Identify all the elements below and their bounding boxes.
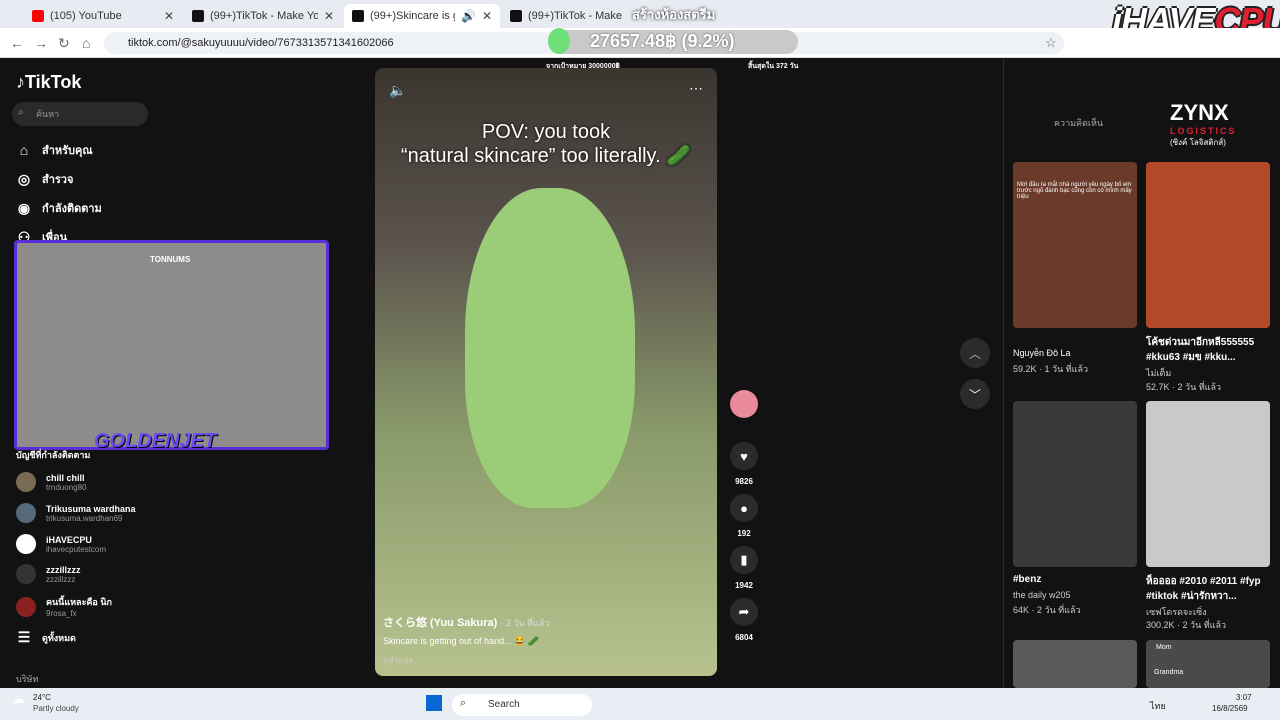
card-title: โค้ชด่วนมาอีกหลี555555 #kku63 #มข #kku..… — [1146, 337, 1255, 363]
account-item[interactable]: คนนี้แหละคือ นิก 9rosa_fx — [16, 595, 112, 618]
tiktok-icon — [192, 10, 204, 22]
donation-progress-dot — [548, 28, 570, 54]
card-author: Nguyễn Đô La — [1013, 348, 1071, 358]
card-author: เซฟโดรดจะเซิ่ง — [1146, 607, 1207, 617]
streamer-name: GOLDENJET — [94, 430, 217, 452]
zynx-logo: ZYNX LOGISTICS (ซิงค์ โลจิสติกส์) — [1170, 100, 1237, 147]
card-title: ห็ออออ #2010 #2011 #fyp #tiktok #น่ารักห… — [1146, 576, 1261, 602]
video-thumbnail[interactable] — [1146, 401, 1270, 567]
tab-tiktok-2[interactable]: (99+)TikTok - Make Your Day — [502, 4, 632, 28]
card-stats: 52.7K · 2 วัน ที่แล้ว — [1146, 382, 1222, 392]
close-icon[interactable]: ✕ — [482, 9, 492, 23]
account-item[interactable]: chill chill trnduong80 — [16, 472, 86, 492]
language-indicator[interactable]: ไทย — [1150, 699, 1166, 713]
tab-youtube[interactable]: (105) YouTube ✕ — [24, 4, 182, 28]
video-thumbnail[interactable] — [1146, 162, 1270, 328]
account-item[interactable]: zzzillzzz zzzillzzz — [16, 564, 81, 584]
card-stats: 59.2K · 1 วัน ที่แล้ว — [1013, 364, 1089, 374]
creator-avatar[interactable] — [728, 390, 760, 418]
card-stats: 64K · 2 วัน ที่แล้ว — [1013, 605, 1081, 615]
share-icon: ➦ — [730, 598, 758, 626]
save-button[interactable]: ▮ 1942 — [728, 546, 760, 590]
heart-icon: ♥ — [730, 442, 758, 470]
tiktok-icon — [352, 10, 364, 22]
translate-link[interactable]: ดูคำแปล — [383, 654, 413, 667]
youtube-icon — [32, 10, 44, 22]
search-icon: ⌕ — [18, 107, 24, 118]
avatar — [16, 564, 36, 584]
tiktok-note-icon: ♪ — [16, 72, 25, 92]
account-item[interactable]: iHAVECPU ihavecputestcom — [16, 534, 106, 554]
see-all-link[interactable]: ☰ ดูทั้งหมด — [16, 629, 76, 646]
windows-start-icon[interactable] — [426, 695, 442, 711]
stream-room-banner: สร้างห้องสตรีม — [632, 7, 716, 22]
video-thumbnail[interactable]: Mom Grandma — [1146, 640, 1270, 688]
search-icon: ⌕ — [460, 697, 467, 709]
weather-icon: ☁ — [12, 691, 25, 706]
card-author: ไม่เต็ม — [1146, 368, 1172, 378]
video-player[interactable]: 🔈 ⋯ POV: you took “natural skincare” too … — [375, 68, 717, 676]
weather-temp: 24°C — [33, 693, 51, 702]
avatar — [16, 472, 36, 492]
share-button[interactable]: ➦ 6804 — [728, 598, 760, 642]
windows-taskbar — [0, 688, 1280, 720]
video-thumbnail[interactable]: Mới đầu ra mắt nhà người yêu ngày bố em … — [1013, 162, 1137, 328]
streamer-webcam — [14, 240, 329, 450]
video-caption: POV: you took “natural skincare” too lite… — [400, 121, 692, 167]
compass-icon: ◎ — [17, 170, 31, 187]
avatar — [730, 390, 758, 418]
tab-comments[interactable]: ความคิดเห็น — [1054, 116, 1103, 130]
account-item[interactable]: Trikusuma wardhana trikusuma.wardhan69 — [16, 503, 136, 523]
tab-tiktok-1[interactable]: (99+)TikTok - Make Your Day ✕ — [184, 4, 342, 28]
donation-days: สิ้นสุดใน 372 วัน — [748, 63, 799, 70]
avatar — [16, 596, 36, 617]
video-thumbnail[interactable] — [1013, 401, 1137, 567]
following-header: บัญชีที่กำลังติดตาม — [16, 450, 91, 460]
speaker-icon: 🔊 — [460, 9, 476, 23]
donation-amount: 27657.48฿ (9.2%) — [590, 31, 735, 51]
tiktok-icon — [510, 10, 522, 22]
forward-icon[interactable]: → — [34, 35, 48, 51]
nav-explore[interactable]: ◎ สำรวจ — [16, 170, 74, 188]
weather-desc: Partly cloudy — [33, 704, 79, 713]
comment-button[interactable]: ● 192 — [728, 494, 760, 538]
clock-time[interactable]: 3:07 — [1236, 693, 1252, 702]
taskbar-search[interactable]: Search — [452, 694, 592, 716]
search-input[interactable]: ค้นหา — [12, 102, 148, 126]
close-icon[interactable]: ✕ — [324, 9, 334, 23]
like-button[interactable]: ♥ 9826 — [728, 442, 760, 486]
following-icon: ◉ — [17, 199, 31, 216]
nav-following[interactable]: ◉ กำลังติดตาม — [16, 199, 102, 217]
card-stats: 300.2K · 2 วัน ที่แล้ว — [1146, 620, 1227, 630]
home-browser-icon[interactable]: ⌂ — [82, 35, 90, 51]
video-thumbnail[interactable] — [1013, 640, 1137, 688]
card-author: the daily w205 — [1013, 590, 1071, 600]
volume-icon[interactable]: 🔈 — [389, 82, 406, 99]
next-video-button[interactable]: ﹀ — [960, 379, 990, 409]
nav-for-you[interactable]: ⌂ สำหรับคุณ — [16, 141, 93, 159]
comment-icon: ● — [730, 494, 758, 522]
video-author[interactable]: さくら悠 (Yuu Sakura) · 2 วัน ที่แล้ว — [383, 614, 549, 630]
bookmark-icon: ▮ — [730, 546, 758, 574]
chevron-down-icon: ﹀ — [968, 387, 981, 402]
tiktok-logo[interactable]: ♪TikTok — [16, 72, 81, 93]
clock-date[interactable]: 16/8/2569 — [1212, 704, 1248, 713]
chevron-up-icon: ︿ — [968, 346, 981, 361]
home-icon: ⌂ — [19, 142, 29, 158]
video-subject — [465, 188, 635, 508]
stream-tag: TONNUMS — [150, 255, 191, 264]
bookmark-star-icon[interactable]: ☆ — [1045, 35, 1057, 51]
card-title: #benz — [1013, 574, 1042, 585]
tab-skincare[interactable]: (99+)Skincare is getting ou 🔊 ✕ — [344, 4, 500, 28]
video-description: Skincare is getting out of hand... 😂 🥒 — [383, 636, 539, 646]
close-icon[interactable]: ✕ — [164, 9, 174, 23]
company-link[interactable]: บริษัท — [16, 672, 38, 686]
back-icon[interactable]: ← — [10, 35, 24, 51]
avatar — [16, 534, 36, 554]
list-icon: ☰ — [17, 629, 31, 645]
avatar — [16, 503, 36, 523]
reload-icon[interactable]: ↻ — [58, 35, 70, 52]
prev-video-button[interactable]: ︿ — [960, 338, 990, 368]
more-icon[interactable]: ⋯ — [689, 80, 703, 97]
